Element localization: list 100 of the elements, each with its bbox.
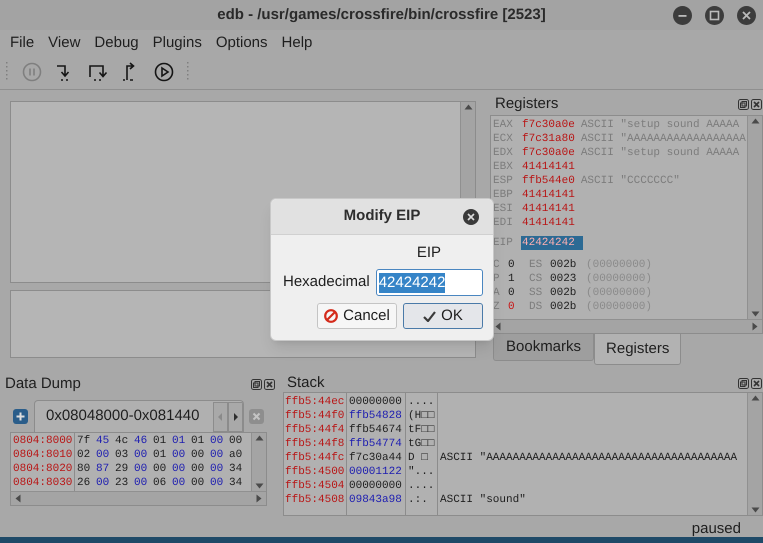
menu-item[interactable]: Help <box>282 32 312 52</box>
table-cell-text: "... <box>408 465 436 479</box>
vertical-scrollbar[interactable] <box>251 433 266 491</box>
scroll-up-icon <box>464 104 472 110</box>
table-cell-text: 00 <box>210 462 224 476</box>
table-cell-text: 09843a98 <box>349 493 403 507</box>
table-cell-text: a0 <box>229 448 244 462</box>
table-cell-text: 00 <box>134 476 148 490</box>
table-cell-text: D □ <box>408 451 429 465</box>
scroll-right-icon <box>256 494 262 503</box>
table-cell-text: ffb5:4500 <box>285 465 346 479</box>
table-cell-text: ffb5:44ec <box>285 395 346 409</box>
close-button[interactable] <box>463 208 479 224</box>
table-cell-text: ffb5:44fc <box>285 451 346 465</box>
table-cell-text: 34 <box>229 462 244 476</box>
table-cell-text: 00 <box>172 448 186 462</box>
table-cell-text: .... <box>408 479 436 493</box>
segment-selector: 002b <box>550 286 578 300</box>
window-title: edb - /usr/games/crossfire/bin/crossfire [2523] <box>216 4 547 25</box>
scroll-right-icon <box>752 322 758 331</box>
close-icon[interactable] <box>751 378 762 388</box>
table-cell-text: ffb5:4508 <box>285 493 346 507</box>
table-cell-text: tF□□ <box>408 423 436 437</box>
table-cell-text: ffb54828 <box>349 409 403 423</box>
flag-value: 0 <box>508 286 516 300</box>
menu-item[interactable]: Debug <box>94 32 139 52</box>
float-icon[interactable] <box>738 99 749 110</box>
horizontal-scrollbar[interactable] <box>491 319 762 333</box>
close-icon[interactable] <box>751 99 762 110</box>
table-cell-text: 01 <box>191 434 206 448</box>
segment-selector: 002b <box>550 258 578 272</box>
scroll-up-icon <box>750 118 760 124</box>
vertical-scrollbar[interactable] <box>747 393 762 515</box>
menu-item[interactable]: View <box>48 32 80 52</box>
cancel-button[interactable]: Cancel <box>317 303 397 329</box>
table-cell-text: 01 <box>153 434 168 448</box>
segment-selector: 002b <box>550 300 578 314</box>
table-cell-text: 0804:8010 <box>13 448 74 462</box>
table-cell-text: .:. <box>408 493 429 507</box>
table-cell-text: ffb54774 <box>349 437 403 451</box>
flag-value: 1 <box>508 272 516 286</box>
menu-item[interactable]: File <box>10 32 34 52</box>
dock-title: Registers <box>494 94 558 114</box>
table-cell: ASCII "sound" <box>440 494 526 506</box>
table-cell-text: 00 <box>96 476 110 490</box>
register-value: ffb544e0 <box>521 174 575 188</box>
table-cell-text: (H□□ <box>408 409 436 423</box>
table-cell-text: 87 <box>96 462 110 476</box>
scroll-left-icon <box>15 494 21 503</box>
table-cell-text: 00000000 <box>349 395 403 409</box>
table-cell-text: 00 <box>172 462 186 476</box>
menu-item[interactable]: Plugins <box>152 32 202 52</box>
table-cell: ASCII "AAAAAAAAAAAAAAAAAAAAAAAAAAAAAAAAAAAAAA <box>440 452 738 464</box>
minimize-button[interactable] <box>673 6 692 24</box>
toolbar-button[interactable] <box>88 62 108 82</box>
register-value: f7c30a0e <box>521 146 575 160</box>
register-value: f7c30a0e <box>521 118 575 132</box>
horizontal-scrollbar[interactable] <box>11 491 266 505</box>
register-value: 41414141 <box>521 202 575 216</box>
menu-item[interactable]: Options <box>216 32 268 52</box>
table-cell-text: 34 <box>229 476 244 490</box>
step-over-icon <box>88 62 108 82</box>
table-cell-text: 00 <box>210 476 224 490</box>
toolbar-handle[interactable] <box>187 62 190 82</box>
table-cell-text: 00 <box>191 462 206 476</box>
field-label: Hexadecimal <box>283 272 370 292</box>
ok-button[interactable]: OK <box>403 303 483 329</box>
table-cell-text: 00 <box>191 476 206 490</box>
dock-title: Data Dump <box>4 374 81 394</box>
close-icon[interactable] <box>264 378 275 390</box>
table-cell-text: 01 <box>153 448 168 462</box>
table-cell-text: tG□□ <box>408 437 436 451</box>
tab[interactable]: Registers <box>594 334 682 365</box>
scroll-down-icon <box>254 483 264 489</box>
table-cell-text: ffb5:44f0 <box>285 409 346 423</box>
close-button[interactable] <box>737 6 756 24</box>
table-cell-text: 0804:8000 <box>13 434 74 448</box>
table-cell-text: 00 <box>229 434 244 448</box>
maximize-button[interactable] <box>705 6 724 24</box>
scroll-down-icon <box>750 507 760 513</box>
table-cell-text: 02 <box>77 448 92 462</box>
vertical-scrollbar[interactable] <box>747 116 762 319</box>
table-cell-text: 29 <box>115 462 130 476</box>
toolbar-handle[interactable] <box>6 62 9 82</box>
register-value: 41414141 <box>521 160 575 174</box>
checkmark-icon <box>423 310 436 322</box>
table-cell-text: 00000000 <box>349 479 403 493</box>
flag-value: 0 <box>508 300 516 314</box>
float-icon[interactable] <box>251 378 262 390</box>
scroll-right-button[interactable] <box>228 402 243 432</box>
table-cell-text: ffb5:44f4 <box>285 423 346 437</box>
register-value: 41414141 <box>521 188 575 202</box>
tab[interactable]: Bookmarks <box>493 334 594 361</box>
dialog-title: Modify EIP <box>342 206 422 226</box>
add-tab-button[interactable] <box>13 408 28 424</box>
table-cell-text: ffb5:4504 <box>285 479 346 493</box>
float-icon[interactable] <box>738 378 749 388</box>
table-cell-text: 06 <box>153 476 168 490</box>
input-field[interactable]: 42424242 <box>376 269 483 296</box>
toolbar-button[interactable] <box>154 62 174 82</box>
